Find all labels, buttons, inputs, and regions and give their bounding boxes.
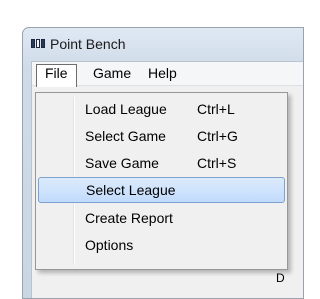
menu-file[interactable]: File bbox=[36, 64, 77, 87]
menu-help[interactable]: Help bbox=[140, 65, 185, 82]
menu-item-load-league[interactable]: Load League Ctrl+L bbox=[38, 96, 285, 122]
file-dropdown-menu: Load League Ctrl+L Select Game Ctrl+G Sa… bbox=[35, 92, 288, 270]
app-icon bbox=[31, 39, 45, 48]
menu-item-shortcut: Ctrl+S bbox=[197, 155, 237, 171]
menu-item-shortcut: Ctrl+L bbox=[197, 101, 235, 117]
menu-item-save-game[interactable]: Save Game Ctrl+S bbox=[38, 150, 285, 176]
menu-item-label: Select Game bbox=[85, 128, 166, 144]
menu-item-options[interactable]: Options bbox=[38, 232, 285, 258]
menu-item-shortcut: Ctrl+G bbox=[197, 128, 238, 144]
menu-item-label: Select League bbox=[86, 182, 176, 198]
menu-item-select-game[interactable]: Select Game Ctrl+G bbox=[38, 123, 285, 149]
menu-game[interactable]: Game bbox=[85, 65, 139, 82]
menu-item-label: Save Game bbox=[85, 155, 159, 171]
menu-bar: File Game Help bbox=[32, 62, 303, 87]
menu-item-label: Options bbox=[85, 237, 134, 253]
menu-item-create-report[interactable]: Create Report bbox=[38, 205, 285, 231]
menu-item-label: Create Report bbox=[85, 210, 173, 226]
window-title: Point Bench bbox=[50, 36, 126, 52]
title-bar[interactable]: Point Bench bbox=[23, 28, 303, 61]
menu-item-select-league[interactable]: Select League bbox=[38, 177, 285, 203]
menu-item-label: Load League bbox=[85, 101, 167, 117]
